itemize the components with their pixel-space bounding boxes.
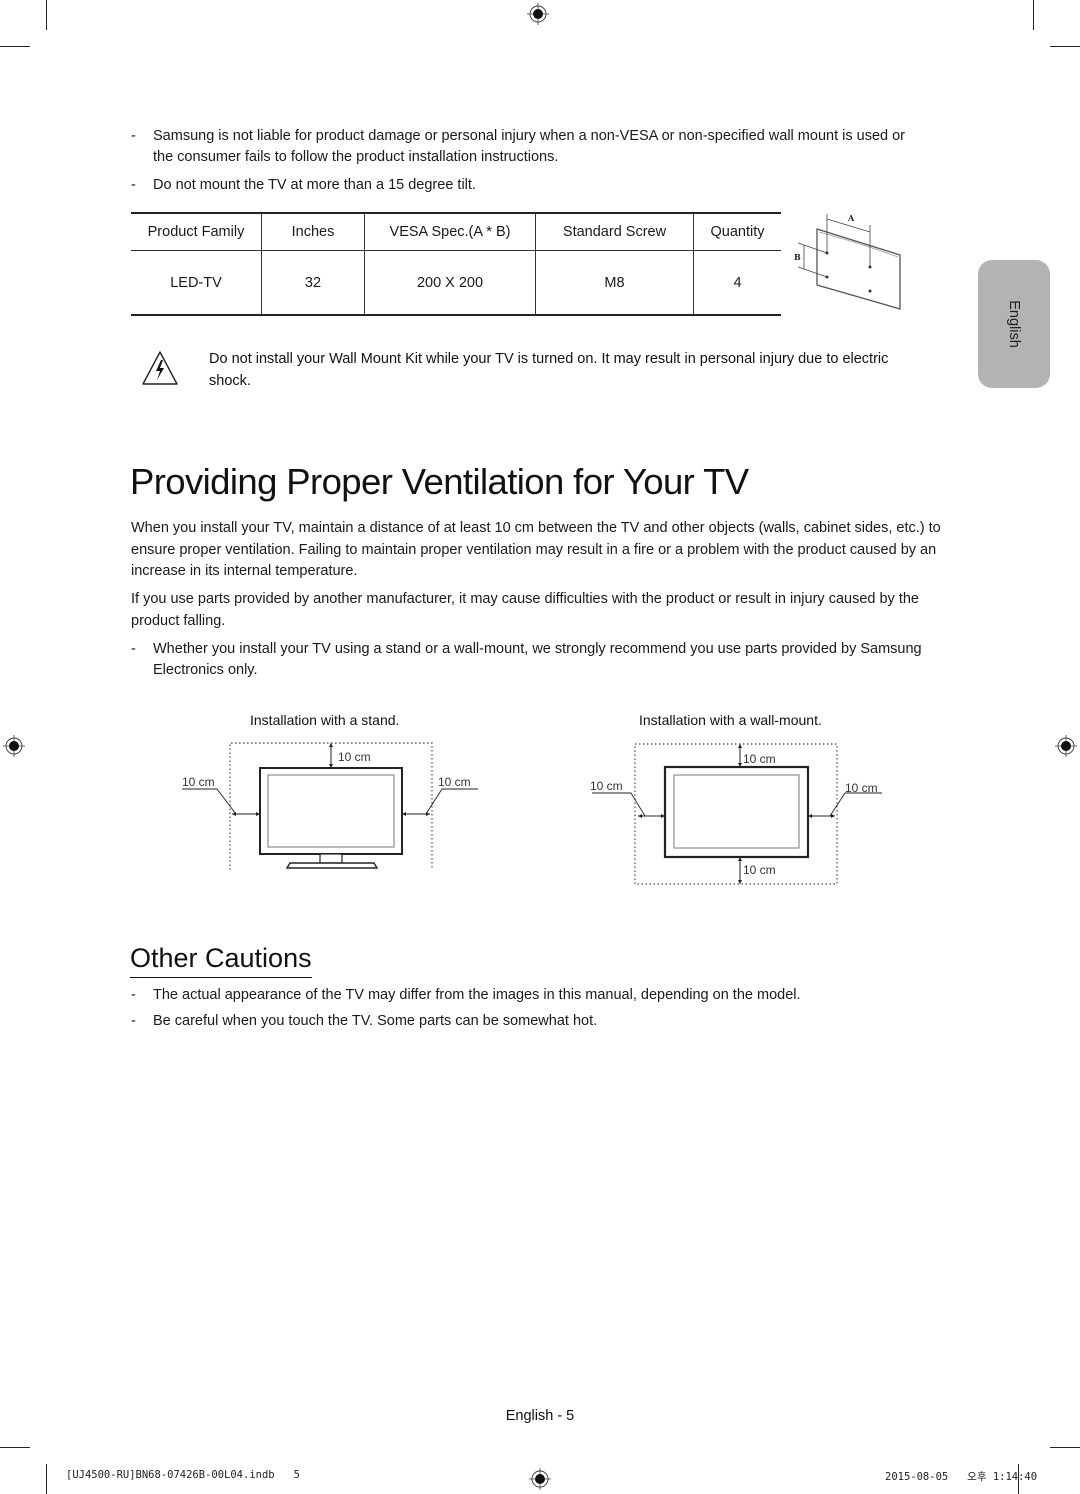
- table-row: LED-TV 32 200 X 200 M8 4: [131, 250, 781, 315]
- bullet-dash: -: [131, 1013, 136, 1029]
- vesa-spec-table: Product Family Inches VESA Spec.(A * B) …: [131, 212, 781, 316]
- electric-shock-warning-icon: [142, 351, 178, 385]
- stand-installation-diagram: 10 cm 10 cm 10 cm: [182, 742, 478, 870]
- crop-mark: [1050, 1447, 1080, 1448]
- bullet-dash: -: [131, 641, 136, 657]
- bullet-dash: -: [131, 987, 136, 1003]
- table-cell: M8: [535, 250, 694, 315]
- crop-mark: [46, 0, 47, 30]
- table-cell: 200 X 200: [364, 250, 536, 315]
- registration-mark-icon: [3, 735, 25, 757]
- bullet-item: - Whether you install your TV using a st…: [131, 639, 951, 681]
- bullet-text: Whether you install your TV using a stan…: [153, 641, 922, 657]
- wall-right-clearance-label: 10 cm: [845, 781, 878, 795]
- paragraph: If you use parts provided by another man…: [131, 591, 919, 629]
- stand-top-clearance-label: 10 cm: [338, 750, 371, 764]
- dimension-b-label: B: [794, 252, 801, 262]
- table-header-row: Product Family Inches VESA Spec.(A * B) …: [131, 213, 781, 251]
- bullet-item: - Do not mount the TV at more than a 15 …: [131, 175, 476, 196]
- column-header: Product Family: [147, 224, 245, 240]
- stand-diagram-caption: Installation with a stand.: [250, 712, 400, 728]
- warning-text: Do not install your Wall Mount Kit while…: [209, 351, 889, 389]
- wall-mount-installation-diagram: 10 cm 10 cm 10 cm 10 cm: [590, 743, 882, 885]
- print-slug-file: [UJ4500-RU]BN68-07426B-00L04.indb 5: [66, 1469, 300, 1481]
- bullet-item: - Be careful when you touch the TV. Some…: [131, 1011, 597, 1032]
- bullet-item: - The actual appearance of the TV may di…: [131, 985, 801, 1006]
- bullet-text: Samsung is not liable for product damage…: [153, 128, 905, 144]
- crop-mark: [0, 1447, 30, 1448]
- registration-mark-icon: [527, 3, 549, 25]
- bullet-text: the consumer fails to follow the product…: [153, 149, 559, 165]
- bullet-dash: -: [131, 128, 136, 144]
- bullet-item: - Samsung is not liable for product dama…: [131, 126, 941, 168]
- bullet-text: Do not mount the TV at more than a 15 de…: [153, 177, 476, 193]
- crop-mark: [1050, 46, 1080, 47]
- table-cell: 4: [693, 250, 781, 315]
- crop-mark: [46, 1464, 47, 1494]
- wall-top-clearance-label: 10 cm: [743, 752, 776, 766]
- print-slug-date: 2015-08-05 오후 1:14:40: [885, 1471, 1038, 1483]
- bullet-text: Electronics only.: [153, 662, 258, 678]
- column-header: Inches: [261, 213, 365, 251]
- crop-mark: [1033, 0, 1034, 30]
- bullet-dash: -: [131, 177, 136, 193]
- page-number: English - 5: [505, 1408, 575, 1424]
- vesa-mount-diagram: A B: [794, 213, 901, 310]
- wall-left-clearance-label: 10 cm: [590, 779, 623, 793]
- stand-left-clearance-label: 10 cm: [182, 775, 215, 789]
- section-subtitle: Other Cautions: [130, 940, 312, 978]
- bullet-text: Be careful when you touch the TV. Some p…: [153, 1013, 598, 1029]
- language-tab-label: English: [1006, 300, 1022, 348]
- registration-mark-icon: [1055, 735, 1077, 757]
- language-tab: English: [978, 260, 1050, 388]
- column-header: Standard Screw: [535, 213, 694, 251]
- column-header: Quantity: [693, 213, 781, 251]
- wall-bottom-clearance-label: 10 cm: [743, 863, 776, 877]
- bullet-text: The actual appearance of the TV may diff…: [153, 987, 801, 1003]
- crop-mark: [0, 46, 30, 47]
- table-cell: 32: [261, 250, 365, 315]
- paragraph: When you install your TV, maintain a dis…: [131, 520, 941, 579]
- column-header: VESA Spec.(A * B): [364, 213, 536, 251]
- table-cell: LED-TV: [170, 274, 222, 291]
- section-title: Providing Proper Ventilation for Your TV: [130, 461, 749, 502]
- registration-mark-icon: [529, 1468, 551, 1490]
- stand-right-clearance-label: 10 cm: [438, 775, 471, 789]
- dimension-a-label: A: [847, 213, 855, 223]
- wall-diagram-caption: Installation with a wall-mount.: [639, 712, 822, 728]
